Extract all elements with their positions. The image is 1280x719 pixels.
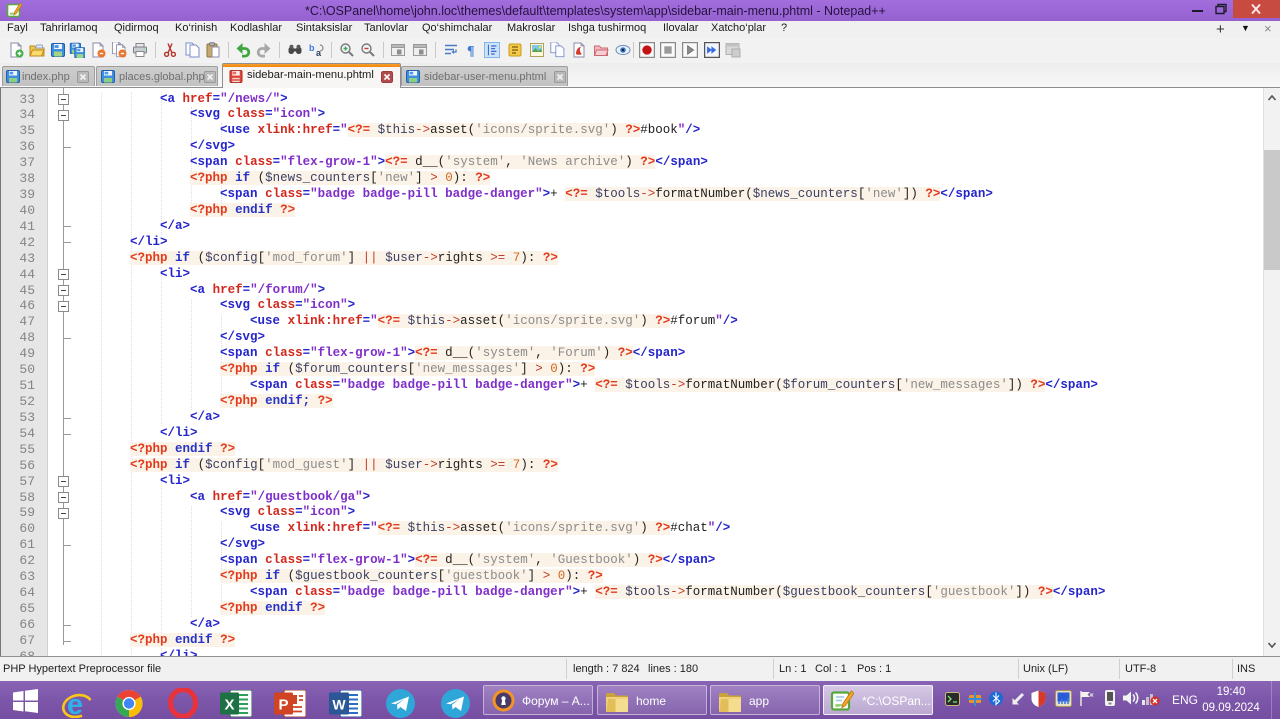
svg-text:b: b [309,43,315,53]
svg-text:X: X [224,697,234,714]
svg-text:a: a [316,48,322,58]
svg-text:W: W [332,697,346,713]
svg-text:e: e [67,689,83,718]
svg-text:P: P [278,697,288,714]
svg-text:¶: ¶ [467,44,475,58]
